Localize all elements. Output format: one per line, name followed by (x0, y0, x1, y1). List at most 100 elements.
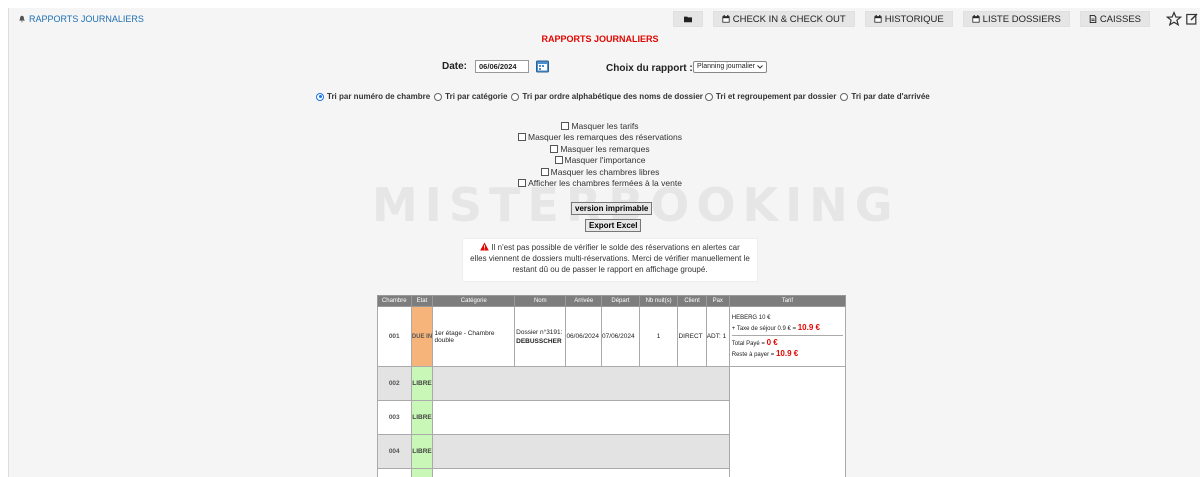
rest-value: 10.9 € (775, 348, 799, 358)
state-badge: DUE IN (410, 306, 434, 367)
option-label: Masquer les tarifs (571, 120, 639, 131)
option-show-closed-rooms[interactable]: Afficher les chambres fermées à la vente (0, 178, 1200, 190)
room-number: 002 (377, 366, 412, 401)
option-hide-notes[interactable]: Masquer les remarques (0, 143, 1200, 155)
bell-icon (19, 15, 25, 23)
nav-label: LISTE DOSSIERS (982, 13, 1061, 25)
rest-label: Reste à payer = (731, 351, 775, 358)
calendar-picker-icon[interactable] (536, 60, 550, 73)
alert-line: elles viennent de dossiers multi-réserva… (470, 254, 750, 263)
category-cell: 1er étage - Chambre double (432, 306, 516, 367)
tarif-line: HEBERG 10 € (731, 314, 771, 321)
sort-radio-category[interactable] (434, 92, 443, 101)
departure-cell: 07/06/2024 (601, 306, 640, 367)
dossier-number: Dossier n°3191: (516, 328, 563, 336)
state-badge (410, 468, 434, 477)
option-hide-booking-notes[interactable]: Masquer les remarques des réservations (0, 132, 1200, 144)
brand-label: RAPPORTS JOURNALIERS (29, 14, 144, 24)
table-row[interactable]: 001 DUE IN 1er étage - Chambre double Do… (377, 306, 847, 367)
pax-cell: ADT: 1 (705, 306, 730, 367)
state-badge: LIBRE (410, 434, 434, 469)
col-header: Pax (705, 295, 730, 307)
col-header: Tarif (728, 295, 847, 307)
sort-label: Tri par date d'arrivée (851, 92, 930, 101)
nights-cell: 1 (638, 306, 679, 367)
checkbox[interactable] (550, 144, 559, 153)
top-bar: RAPPORTS JOURNALIERS CHECK IN & CHECK OU… (8, 8, 1200, 30)
checkbox[interactable] (517, 133, 526, 142)
sort-radio-alpha[interactable] (511, 92, 520, 101)
warning-icon (480, 242, 490, 251)
col-header: Nom (514, 295, 567, 307)
star-icon[interactable] (1166, 11, 1182, 27)
nav-label: CAISSES (1099, 13, 1141, 25)
calendar-icon (722, 15, 730, 23)
folder-icon (683, 16, 692, 23)
nav-label: HISTORIQUE (884, 13, 944, 25)
report-label: Choix du rapport : (606, 63, 693, 74)
room-number: 004 (377, 434, 412, 469)
table-header-row: Chambre Etat Catégorie Nom Arrivée Dépar… (377, 295, 847, 307)
chevron-down-icon (757, 65, 763, 69)
nav-liste-dossiers[interactable]: LISTE DOSSIERS (962, 11, 1070, 27)
page-margin (0, 0, 8, 477)
checkbox[interactable] (518, 179, 527, 188)
date-input[interactable]: 06/06/2024 (475, 60, 530, 73)
display-options: Masquer les tarifs Masquer les remarques… (0, 120, 1200, 189)
table-row[interactable]: 002 LIBRE (377, 366, 847, 477)
sort-options: Tri par numéro de chambre Tri par catégo… (312, 92, 930, 101)
empty-cell (432, 400, 730, 435)
empty-cell (432, 366, 730, 401)
export-excel-button[interactable]: Export Excel (585, 219, 642, 232)
sort-radio-arrival[interactable] (840, 92, 849, 101)
room-number: 003 (377, 400, 412, 435)
alert-line: restant dû ou de passer le rapport en af… (512, 265, 708, 274)
folder-button[interactable] (672, 11, 703, 27)
date-label: Date: (442, 61, 468, 72)
sort-label: Tri et regroupement par dossier (715, 92, 837, 101)
sort-radio-group[interactable] (704, 92, 713, 101)
report-select[interactable]: Planning journalier (693, 61, 767, 73)
room-number (377, 468, 412, 477)
checkbox[interactable] (561, 121, 570, 130)
date-row: Date: 06/06/2024 (442, 60, 550, 73)
option-label: Afficher les chambres fermées à la vente (528, 178, 682, 189)
tarif-cell: HEBERG 10 € + Taxe de séjour 0.9 € = 10.… (728, 306, 847, 367)
option-label: Masquer les chambres libres (550, 166, 660, 177)
print-version-button[interactable]: version imprimable (571, 202, 653, 215)
sort-label: Tri par numéro de chambre (327, 92, 431, 101)
main-nav: CHECK IN & CHECK OUT HISTORIQUE LISTE DO… (672, 10, 1200, 28)
checkbox[interactable] (540, 167, 549, 176)
col-header: Départ (601, 295, 640, 307)
col-header: Client (677, 295, 707, 307)
name-cell[interactable]: Dossier n°3191: DEBUSSCHER (514, 306, 567, 367)
checkbox[interactable] (554, 156, 563, 165)
empty-cell (432, 434, 730, 469)
tarif-line: + Taxe de séjour 0.9 € = (731, 325, 797, 332)
state-badge: LIBRE (410, 400, 434, 435)
col-header: Catégorie (432, 295, 516, 307)
page-title: RAPPORTS JOURNALIERS (541, 34, 659, 44)
tarif-total: 10.9 € (797, 322, 820, 332)
daily-report-table: Chambre Etat Catégorie Nom Arrivée Dépar… (377, 295, 847, 477)
arrival-cell: 06/06/2024 (565, 306, 603, 367)
option-hide-importance[interactable]: Masquer l'importance (0, 155, 1200, 167)
sort-label: Tri par ordre alphabétique des noms de d… (522, 92, 703, 101)
brand-link[interactable]: RAPPORTS JOURNALIERS (18, 14, 144, 24)
option-label: Masquer les remarques (560, 143, 650, 154)
sort-radio-room[interactable] (316, 92, 324, 101)
nav-checkin-checkout[interactable]: CHECK IN & CHECK OUT (712, 11, 855, 27)
col-header: Chambre (377, 295, 412, 307)
calendar-icon (874, 15, 882, 23)
option-hide-rates[interactable]: Masquer les tarifs (0, 120, 1200, 132)
option-label: Masquer les remarques des réservations (527, 132, 682, 143)
guest-name: DEBUSSCHER (516, 337, 562, 345)
nav-historique[interactable]: HISTORIQUE (864, 11, 953, 27)
edit-icon[interactable] (1186, 13, 1198, 25)
paid-label: Total Payé = (731, 340, 765, 347)
col-header: Etat (410, 295, 434, 307)
alert-line: Il n'est pas possible de vérifier le sol… (491, 243, 740, 252)
paid-value: 0 € (766, 337, 778, 347)
option-hide-free-rooms[interactable]: Masquer les chambres libres (0, 166, 1200, 178)
nav-caisses[interactable]: CAISSES (1079, 11, 1150, 27)
